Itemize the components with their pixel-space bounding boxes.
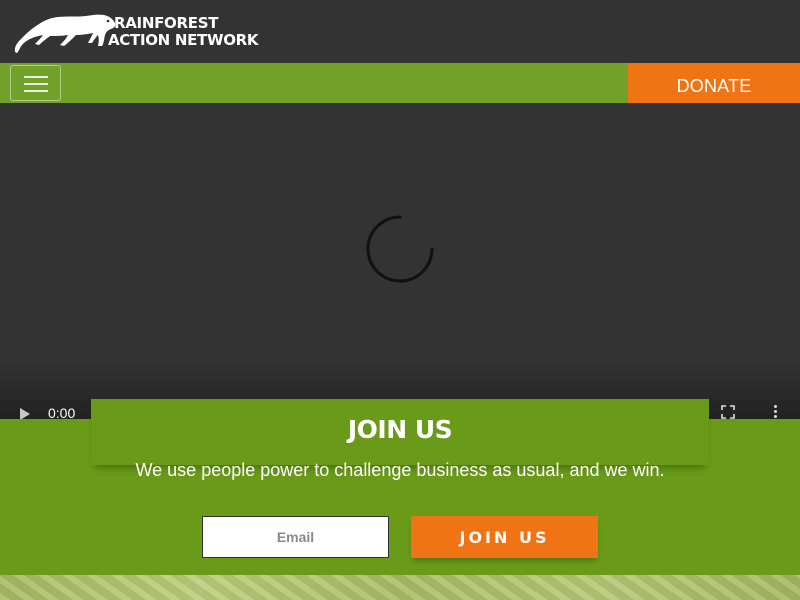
hamburger-menu-icon (24, 83, 48, 85)
email-field[interactable] (202, 516, 389, 558)
site-logo[interactable]: RAINFOREST ACTION NETWORK (12, 8, 259, 56)
logo-line-1: RAINFOREST (114, 14, 219, 32)
logo-line-2: ACTION NETWORK (108, 31, 259, 49)
menu-toggle-button[interactable] (10, 65, 61, 101)
join-description: We use people power to challenge busines… (135, 460, 665, 480)
logo-text: RAINFOREST ACTION NETWORK (108, 14, 259, 49)
join-us-button[interactable]: JOIN US (411, 516, 598, 558)
nav-bar: DONATE (0, 63, 800, 103)
hamburger-menu-icon (24, 90, 48, 92)
loading-spinner-icon (366, 215, 434, 283)
join-title: JOIN US (347, 415, 453, 444)
video-player[interactable]: 0:00 (0, 103, 800, 421)
hamburger-menu-icon (24, 76, 48, 78)
site-header: RAINFOREST ACTION NETWORK (0, 0, 800, 63)
panther-icon (14, 14, 116, 54)
foliage-background-image (0, 575, 800, 600)
donate-button[interactable]: DONATE (628, 63, 800, 103)
